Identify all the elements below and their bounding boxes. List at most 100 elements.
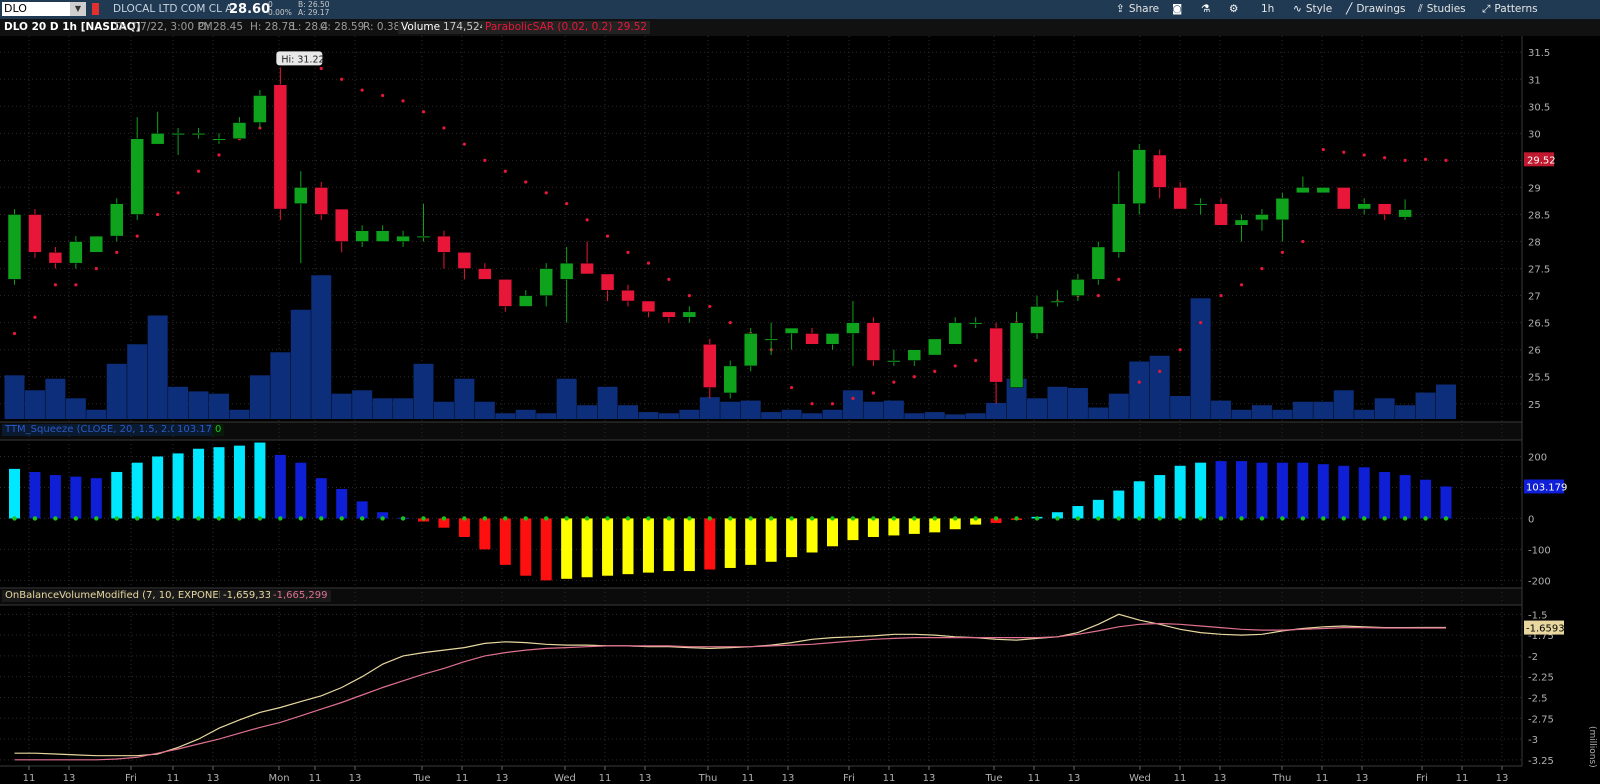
- candle-body: [600, 273, 615, 291]
- sar-value: 29.52: [614, 21, 651, 34]
- obv-tick-label: -2.25: [1528, 673, 1554, 684]
- volume-bar: [597, 386, 618, 419]
- price-tick-label: 26.5: [1528, 319, 1550, 330]
- candle-body: [1234, 219, 1249, 226]
- squeeze-dot: [482, 516, 488, 521]
- last-price-marker: 29.52: [1527, 155, 1556, 166]
- settings-button[interactable]: ⚙: [1229, 3, 1242, 15]
- snapshot-button[interactable]: ◙: [1172, 3, 1186, 15]
- volume-bar: [720, 401, 741, 419]
- squeeze-bar: [581, 518, 593, 578]
- sar-dot: [1342, 150, 1346, 154]
- sar-dot: [830, 402, 835, 406]
- squeeze-dot: [94, 516, 99, 521]
- symbol-input[interactable]: DLO: [2, 2, 70, 16]
- candle-body: [805, 333, 819, 345]
- volume-bar: [1088, 407, 1109, 419]
- sar-dot: [851, 396, 855, 400]
- squeeze-bar: [745, 518, 757, 565]
- time-tick-label: 13: [63, 773, 76, 784]
- chart-area[interactable]: Hi: 31.22 25 25.5 26 26.5 27 27.5 28 28.5 29 29.5…: [0, 36, 1600, 784]
- time-tick-label: Mon: [268, 773, 289, 784]
- interval-button[interactable]: 1h: [1261, 3, 1274, 15]
- time-tick-label: 13: [207, 773, 220, 784]
- volume-bar: [270, 352, 291, 419]
- candle-body: [171, 133, 185, 136]
- sar-dot: [974, 358, 978, 363]
- squeeze-bar: [458, 518, 470, 537]
- squeeze-bar: [683, 518, 695, 572]
- volume-bar: [761, 412, 782, 419]
- price-tick-label: 30: [1528, 129, 1541, 140]
- obv-line: [14, 613, 1446, 757]
- volume-bar: [188, 391, 209, 419]
- beaker-icon: ⚗: [1201, 3, 1211, 15]
- squeeze-bar: [29, 471, 41, 519]
- sar-dot: [1158, 369, 1162, 373]
- price-tick-label: 30.5: [1528, 102, 1550, 113]
- volume-bar: [1067, 387, 1088, 419]
- squeeze-dot: [73, 516, 79, 521]
- volume-bar: [290, 309, 311, 419]
- squeeze-dot: [339, 516, 344, 521]
- style-button[interactable]: ∿ Style: [1293, 3, 1332, 15]
- share-button[interactable]: ⇪ Share: [1116, 3, 1159, 15]
- candle-body: [948, 322, 962, 345]
- candle-body: [253, 95, 267, 123]
- candle-body: [723, 365, 737, 394]
- bid-ask: B: 26.50 A: 29.17: [298, 1, 330, 17]
- sar-dot: [605, 234, 610, 238]
- volume-bar: [986, 402, 1007, 419]
- patterns-button[interactable]: ⤢ Patterns: [1482, 3, 1538, 16]
- studies-button[interactable]: ⫽ Studies: [1418, 3, 1466, 16]
- squeeze-dot: [1177, 516, 1183, 521]
- obv-units-label: (millions): [1587, 726, 1597, 768]
- squeeze-dot: [1362, 516, 1367, 521]
- obv-label[interactable]: OnBalanceVolumeModified (7, 10, EXPONENT…: [2, 590, 255, 602]
- price-tick-label: 28: [1528, 238, 1541, 249]
- volume-bar: [45, 378, 66, 419]
- candle-body: [1030, 306, 1044, 334]
- sar-label[interactable]: ParabolicSAR (0.02, 0.2): [482, 21, 616, 34]
- volume-bar: [842, 390, 863, 419]
- squeeze-bar: [193, 448, 205, 519]
- squeeze-dot: [789, 516, 794, 521]
- squeeze-bar: [1420, 479, 1432, 519]
- squeeze-bar: [765, 518, 777, 562]
- symbol-dropdown-button[interactable]: ▼: [70, 2, 86, 16]
- volume-bar: [1231, 409, 1252, 419]
- squeeze-bar: [908, 518, 920, 534]
- price-tick-label: 31: [1528, 75, 1541, 86]
- volume-bar: [1395, 405, 1416, 419]
- obv-panel: [14, 613, 1446, 761]
- squeeze-bar: [1317, 464, 1329, 519]
- squeeze-dot: [1116, 516, 1122, 521]
- volume-bar: [1108, 393, 1129, 419]
- squeeze-dot: [564, 516, 569, 521]
- volume-bar: [679, 409, 700, 419]
- squeeze-dot: [257, 516, 263, 521]
- volume-label[interactable]: Volume: [398, 21, 444, 34]
- sar-dot: [1403, 158, 1407, 162]
- sar-dot: [156, 212, 160, 217]
- time-tick-label: 11: [1316, 773, 1329, 784]
- squeeze-bar: [233, 445, 245, 519]
- squeeze-dot: [1321, 516, 1326, 521]
- time-tick-label: 11: [883, 773, 896, 784]
- time-tick-label: Thu: [698, 773, 718, 784]
- squeeze-bar: [561, 518, 573, 579]
- squeeze-bar: [1440, 486, 1452, 519]
- squeeze-dot: [728, 516, 733, 521]
- price-tick-label: 27.5: [1528, 265, 1550, 276]
- share-label: Share: [1128, 3, 1160, 15]
- squeeze-dot: [1300, 516, 1306, 521]
- drawings-button[interactable]: ╱ Drawings: [1346, 3, 1405, 15]
- time-tick-label: 13: [1214, 773, 1227, 784]
- candle-body: [437, 235, 451, 253]
- squeeze-dot: [298, 516, 303, 521]
- sar-dot: [1096, 294, 1100, 298]
- alert-flag-icon[interactable]: [92, 3, 99, 15]
- squeeze-dot: [830, 516, 835, 521]
- squeeze-dot: [441, 516, 447, 521]
- beaker-button[interactable]: ⚗: [1201, 3, 1214, 15]
